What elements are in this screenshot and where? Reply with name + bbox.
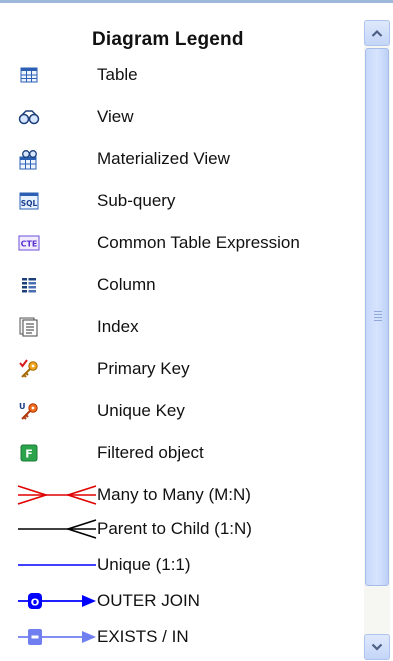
unique-line-icon [18, 564, 96, 566]
svg-text:CTE: CTE [21, 240, 38, 249]
table-icon [18, 64, 40, 86]
legend-label: EXISTS / IN [97, 627, 189, 646]
legend-item-outer-join: O OUTER JOIN [0, 585, 364, 617]
legend-title: Diagram Legend [92, 29, 244, 50]
chevron-up-icon [371, 29, 383, 37]
legend-label: Materialized View [97, 149, 230, 168]
legend-item-index: Index [0, 310, 364, 346]
legend-label: OUTER JOIN [97, 591, 200, 610]
vertical-scrollbar[interactable] [364, 20, 390, 660]
legend-label: Filtered object [97, 443, 204, 462]
scrollbar-grip [374, 317, 382, 318]
outer-join-line-icon: O [18, 593, 96, 609]
svg-text:U: U [19, 402, 26, 411]
svg-text:O: O [31, 598, 40, 609]
legend-item-many-to-many: Many to Many (M:N) [0, 479, 364, 511]
unique-key-icon: U [18, 400, 40, 422]
legend-item-table: Table [0, 58, 364, 94]
scrollbar-grip [374, 311, 382, 312]
legend-label: Sub-query [97, 191, 176, 210]
index-icon [18, 316, 40, 338]
svg-text:SQL: SQL [21, 199, 38, 208]
legend-label: Table [97, 65, 138, 84]
exists-in-line-icon [18, 629, 96, 645]
legend-label: Column [97, 275, 156, 294]
filtered-object-icon: F [18, 442, 40, 464]
scroll-up-button[interactable] [364, 20, 390, 46]
svg-text:F: F [25, 448, 33, 461]
legend-label: Index [97, 317, 139, 336]
legend-item-exists-in: EXISTS / IN [0, 621, 364, 653]
legend-item-unique-relation: Unique (1:1) [0, 549, 364, 581]
scroll-down-button[interactable] [364, 634, 390, 660]
many-to-many-line-icon [17, 485, 97, 505]
parent-child-line-icon [18, 519, 97, 539]
legend-item-parent-to-child: Parent to Child (1:N) [0, 513, 364, 545]
primary-key-icon [18, 358, 40, 380]
legend-item-column: Column [0, 268, 364, 304]
scrollbar-grip [374, 314, 382, 315]
legend-item-cte: CTE Common Table Expression [0, 226, 364, 262]
legend-item-unique-key: U Unique Key [0, 394, 364, 430]
legend-item-filtered-object: F Filtered object [0, 436, 364, 472]
chevron-down-icon [371, 643, 383, 651]
cte-icon: CTE [18, 232, 40, 254]
diagram-legend-panel: Diagram Legend Table View Materialized V… [0, 3, 364, 661]
legend-label: Many to Many (M:N) [97, 485, 251, 504]
subquery-icon: SQL [18, 190, 40, 212]
legend-label: Unique Key [97, 401, 185, 420]
materialized-view-icon [18, 148, 40, 170]
scrollbar-grip [374, 320, 382, 321]
scrollbar-thumb[interactable] [365, 48, 389, 586]
legend-label: Common Table Expression [97, 233, 300, 252]
legend-item-primary-key: Primary Key [0, 352, 364, 388]
view-icon [18, 106, 40, 128]
legend-label: Unique (1:1) [97, 555, 191, 574]
column-icon [18, 274, 40, 296]
legend-item-subquery: SQL Sub-query [0, 184, 364, 220]
legend-item-view: View [0, 100, 364, 136]
legend-label: Primary Key [97, 359, 190, 378]
legend-label: View [97, 107, 134, 126]
legend-item-materialized-view: Materialized View [0, 142, 364, 178]
legend-label: Parent to Child (1:N) [97, 519, 252, 538]
